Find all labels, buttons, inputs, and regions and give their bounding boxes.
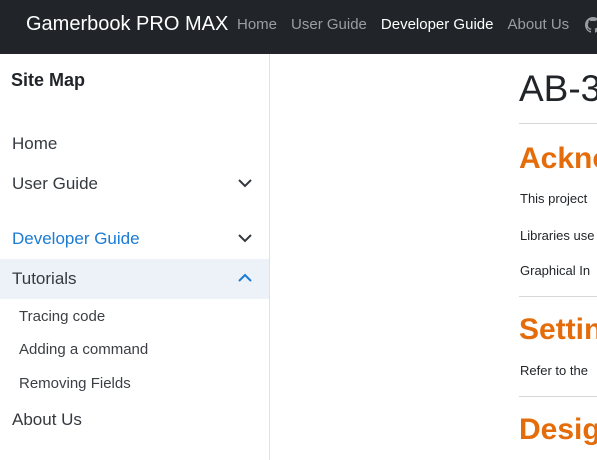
github-icon[interactable] [585,16,597,33]
divider [519,123,597,124]
sidebar-item-home[interactable]: Home [0,124,269,164]
brand-title[interactable]: Gamerbook PRO MAX [26,13,228,36]
sidebar: Site Map Home User Guide Developer Guide… [0,54,270,460]
page-title: AB-3 [519,68,597,109]
nav-link-home[interactable]: Home [237,16,277,33]
sidebar-item-about-us[interactable]: About Us [0,400,269,440]
chevron-down-icon[interactable] [237,232,253,244]
sidebar-item-label: Home [12,134,58,153]
divider [519,296,597,297]
sidebar-item-user-guide[interactable]: User Guide [0,164,269,204]
main-content: AB-3 Ackno This project Libraries use Gr… [270,54,597,460]
sidebar-item-tutorials[interactable]: Tutorials [0,259,269,299]
sidebar-item-label: Developer Guide [12,229,140,248]
nav-link-user-guide[interactable]: User Guide [291,16,367,33]
sidebar-subitem-adding-a-command[interactable]: Adding a command [19,341,148,358]
sidebar-subitem-removing-fields[interactable]: Removing Fields [19,375,131,392]
paragraph: Graphical In [520,263,591,278]
paragraph: Refer to the [520,363,588,378]
nav-links: Home User Guide Developer Guide About Us [237,16,597,33]
section-heading: Design [519,413,597,446]
section-heading: Ackno [519,142,597,175]
chevron-down-icon[interactable] [237,177,253,189]
sidebar-subitem-tracing-code[interactable]: Tracing code [19,308,105,325]
sitemap-title: Site Map [11,70,86,90]
nav-link-about-us[interactable]: About Us [507,16,569,33]
sidebar-item-label: User Guide [12,174,98,193]
nav-link-developer-guide[interactable]: Developer Guide [381,16,494,33]
top-navbar: Gamerbook PRO MAX Home User Guide Develo… [0,0,597,54]
paragraph: Libraries use [520,228,595,243]
sidebar-item-developer-guide[interactable]: Developer Guide [0,219,269,259]
sidebar-item-label: About Us [12,410,82,429]
sidebar-item-label: Tutorials [12,269,77,288]
section-heading: Settin [519,313,597,346]
paragraph: This project [520,191,588,206]
divider [519,396,597,397]
chevron-up-icon[interactable] [237,272,253,284]
